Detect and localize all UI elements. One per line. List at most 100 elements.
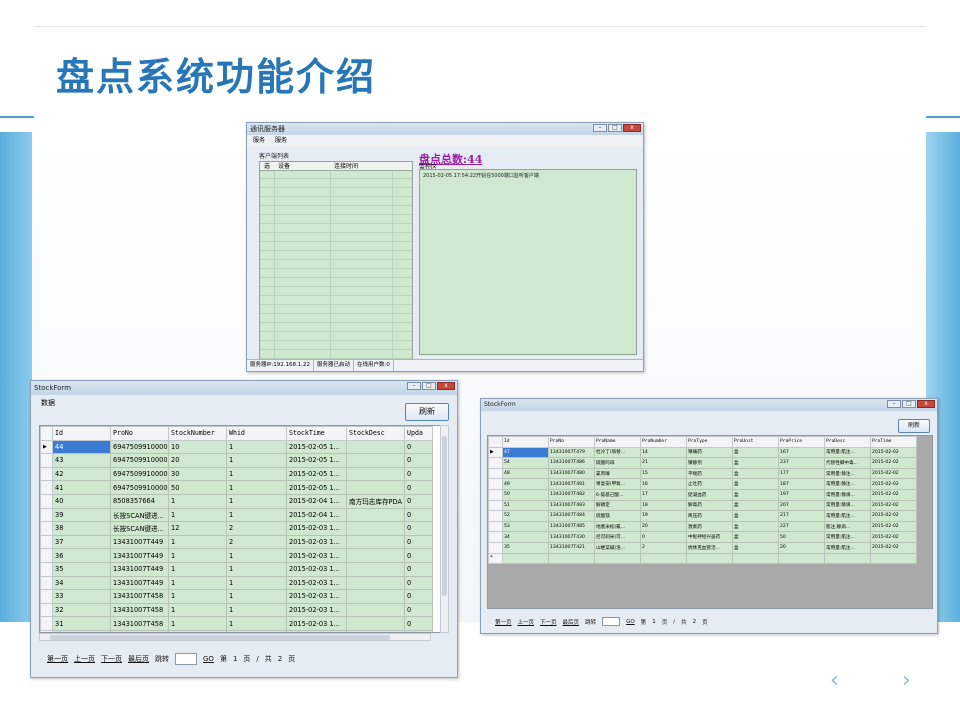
- table-cell-empty[interactable]: [824, 552, 871, 565]
- table-cell[interactable]: 197: [778, 488, 825, 501]
- table-cell[interactable]: 0: [404, 575, 433, 591]
- table-cell-empty[interactable]: [502, 552, 549, 565]
- go-button[interactable]: GO: [626, 619, 635, 625]
- next-page-link[interactable]: 下一页: [540, 618, 557, 626]
- table-cell[interactable]: 促凝血药: [686, 488, 733, 501]
- table-cell[interactable]: 1: [226, 480, 287, 495]
- table-cell[interactable]: 解毒药: [686, 499, 733, 512]
- table-cell[interactable]: 2015-02-04 1...: [286, 507, 347, 523]
- table-cell[interactable]: 0: [404, 453, 433, 468]
- table-cell[interactable]: 13431007T449: [110, 575, 169, 591]
- table-cell[interactable]: 1: [226, 575, 287, 591]
- table-cell[interactable]: 2: [226, 534, 287, 550]
- table-cell[interactable]: 2015-02-03 1...: [286, 575, 347, 591]
- table-cell[interactable]: 常用量:肌注...: [824, 541, 871, 554]
- table-row[interactable]: 49 13431007T481 胃复安(甲氧... 16 止吐药盒 187 常用量:静注..…: [488, 478, 917, 490]
- table-cell[interactable]: [346, 466, 405, 482]
- table-cell[interactable]: 14: [640, 446, 687, 459]
- table-cell[interactable]: 地塞米松(氟...: [594, 520, 641, 533]
- table-cell[interactable]: 2015-02-03 1...: [286, 561, 347, 577]
- jump-page-input[interactable]: [602, 617, 621, 626]
- table-cell[interactable]: 1: [226, 453, 287, 468]
- table-cell[interactable]: 40: [52, 493, 111, 509]
- table-cell[interactable]: 35: [502, 541, 549, 554]
- table-cell[interactable]: 盒: [732, 520, 779, 533]
- column-header[interactable]: ProDesc: [824, 436, 871, 448]
- table-cell[interactable]: 44: [52, 439, 111, 455]
- table-cell[interactable]: 中枢神经兴奋药: [686, 531, 733, 543]
- table-cell[interactable]: 盒: [732, 531, 779, 543]
- table-row[interactable]: 50 13431007T482 6-氨基己酸... 17 促凝血药盒 197 常用量:静滴.…: [488, 488, 917, 501]
- table-cell[interactable]: 13431007T483: [548, 499, 595, 512]
- table-cell[interactable]: 1: [226, 466, 287, 482]
- table-cell-empty[interactable]: [732, 552, 779, 565]
- table-cell[interactable]: 尼可刹米(可...: [594, 531, 641, 543]
- table-cell[interactable]: 38: [52, 521, 111, 536]
- table-cell[interactable]: 盒: [732, 488, 779, 501]
- row-header[interactable]: [40, 548, 53, 563]
- table-cell[interactable]: 35: [52, 561, 111, 577]
- table-cell[interactable]: [346, 453, 405, 468]
- table-row[interactable]: 42 6947509910000 30 1 2015-02-05 1... 0: [40, 466, 433, 482]
- table-cell[interactable]: 0: [404, 548, 433, 563]
- table-cell[interactable]: 227: [778, 520, 825, 533]
- table-cell[interactable]: 54: [502, 457, 549, 469]
- table-cell[interactable]: 2015-02-05 1...: [286, 466, 347, 482]
- table-cell[interactable]: [346, 561, 405, 577]
- table-cell[interactable]: 30: [168, 466, 227, 482]
- table-cell[interactable]: [346, 589, 405, 604]
- table-cell[interactable]: 解磷定: [594, 499, 641, 512]
- row-header[interactable]: [488, 478, 503, 490]
- row-header[interactable]: [40, 575, 53, 591]
- table-row[interactable]: ▶ 44 6947509910000 10 1 2015-02-05 1... 0: [40, 439, 433, 455]
- table-cell[interactable]: 0: [404, 521, 433, 536]
- table-cell[interactable]: 13431007T449: [110, 534, 169, 550]
- table-row[interactable]: 40 8508357664 1 1 2015-02-04 1... 南方玛志库存PDA 0: [40, 493, 433, 509]
- table-cell[interactable]: 2015-02-04 1...: [286, 493, 347, 509]
- table-cell[interactable]: 177: [778, 467, 825, 480]
- table-cell[interactable]: 1: [226, 493, 287, 509]
- table-cell[interactable]: 1: [168, 575, 227, 591]
- table-cell[interactable]: [346, 439, 405, 455]
- row-header[interactable]: [40, 534, 53, 550]
- table-cell[interactable]: 2015-02-02: [870, 531, 917, 543]
- row-header[interactable]: [40, 602, 53, 618]
- table-cell[interactable]: 硫酸镁: [594, 510, 641, 522]
- product-grid-right[interactable]: Id ProNo ProName ProNumber ProType ProUnit Pro…: [487, 435, 933, 609]
- table-cell[interactable]: 平喘药: [686, 467, 733, 480]
- table-cell[interactable]: 53: [502, 520, 549, 533]
- table-cell[interactable]: 2015-02-02: [870, 499, 917, 512]
- table-cell[interactable]: 15: [640, 467, 687, 480]
- table-cell[interactable]: 50: [168, 480, 227, 495]
- table-row[interactable]: 32 13431007T458 1 1 2015-02-03 1... 0: [40, 602, 433, 618]
- table-cell[interactable]: 34: [52, 575, 111, 591]
- maximize-button[interactable]: □: [902, 400, 916, 408]
- table-cell[interactable]: 止吐药: [686, 478, 733, 490]
- prev-page-link[interactable]: 上一页: [74, 654, 95, 664]
- row-header[interactable]: [40, 589, 53, 604]
- table-cell[interactable]: 0: [404, 493, 433, 509]
- table-cell[interactable]: 1: [226, 507, 287, 523]
- table-cell[interactable]: 6947509910000: [110, 466, 169, 482]
- table-cell[interactable]: 1: [168, 589, 227, 604]
- table-cell[interactable]: [346, 575, 405, 591]
- table-cell[interactable]: 1: [226, 439, 287, 455]
- table-cell[interactable]: 1: [226, 561, 287, 577]
- table-cell[interactable]: 2015-02-02: [870, 446, 917, 459]
- table-cell[interactable]: 37: [52, 534, 111, 550]
- table-cell[interactable]: 降压药: [686, 510, 733, 522]
- table-cell[interactable]: 常用量:肌注...: [824, 531, 871, 543]
- table-cell[interactable]: 17: [640, 488, 687, 501]
- table-cell[interactable]: 13431007T458: [110, 616, 169, 631]
- table-cell[interactable]: 8508357664: [110, 493, 169, 509]
- table-cell[interactable]: 2015-02-03 1...: [286, 534, 347, 550]
- table-cell[interactable]: 0: [404, 480, 433, 495]
- table-row[interactable]: 38 长按SCAN键进... 12 2 2015-02-03 1... 0: [40, 521, 433, 536]
- table-cell[interactable]: 盒: [732, 446, 779, 459]
- current-row-indicator[interactable]: ▶: [488, 446, 503, 459]
- table-cell[interactable]: 硫酸吗啡: [594, 457, 641, 469]
- table-cell[interactable]: 常用量:肌注...: [824, 446, 871, 459]
- table-cell[interactable]: 19: [640, 510, 687, 522]
- row-header[interactable]: [40, 453, 53, 468]
- table-cell[interactable]: 6947509910000: [110, 453, 169, 468]
